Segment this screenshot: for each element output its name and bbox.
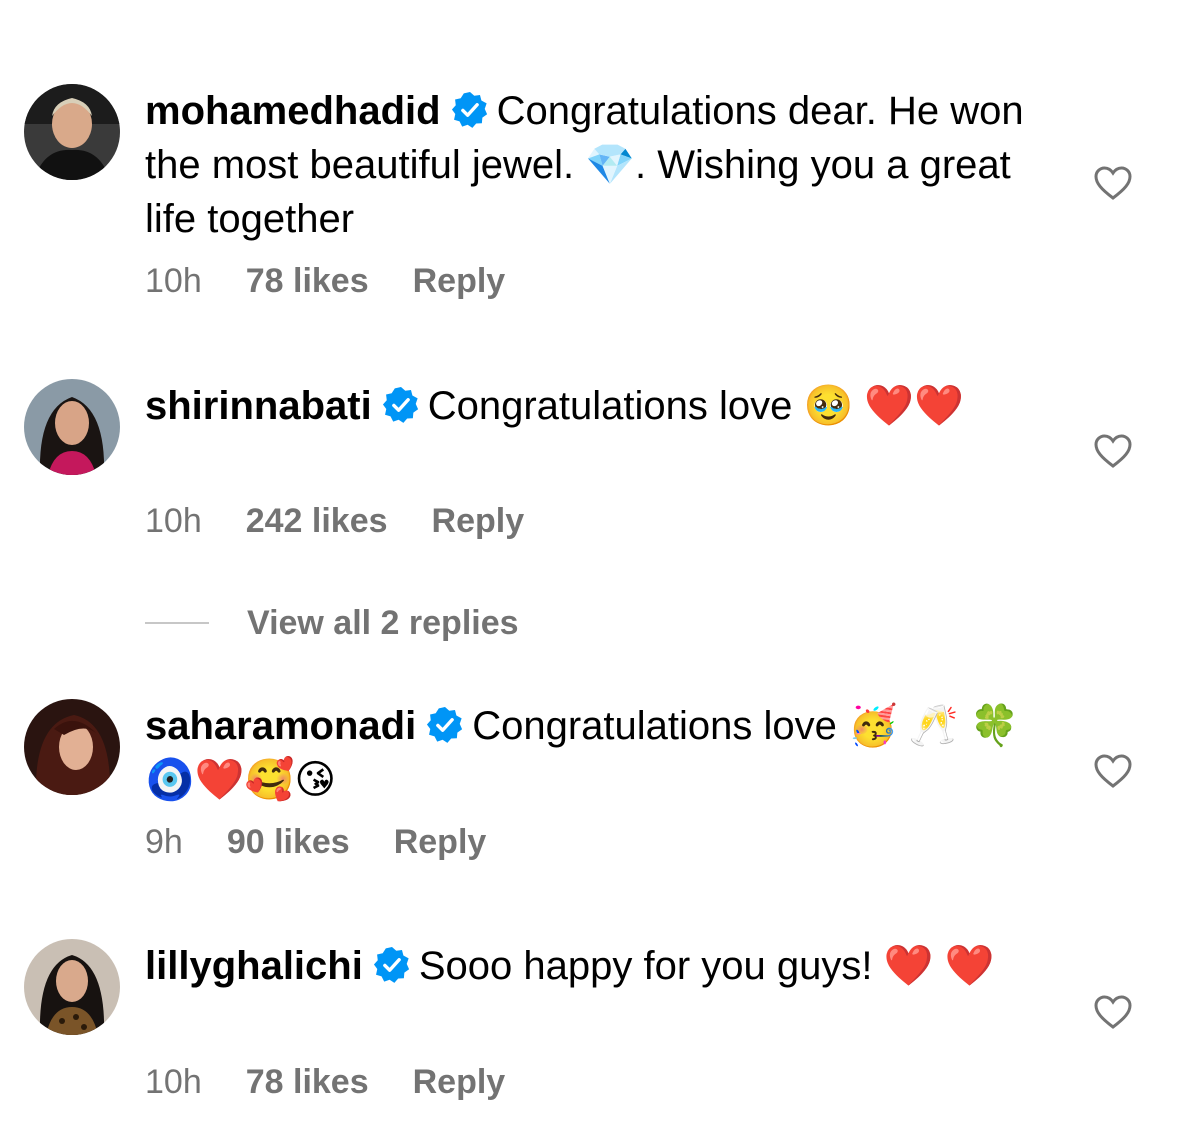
likes-count[interactable]: 242 likes [246,502,388,540]
heart-outline-icon[interactable] [1093,165,1133,201]
view-replies-label: View all 2 replies [247,603,519,642]
comment-time: 10h [145,262,202,300]
reply-button[interactable]: Reply [394,823,487,861]
username[interactable]: shirinnabati [145,384,372,428]
reply-button[interactable]: Reply [413,1063,506,1101]
comment-meta: 9h 90 likes Reply [145,823,530,862]
username[interactable]: saharamonadi [145,704,416,748]
avatar[interactable] [24,84,120,180]
username[interactable]: mohamedhadid [145,89,441,133]
comment-meta: 10h 78 likes Reply [145,262,549,301]
heart-outline-icon[interactable] [1093,994,1133,1030]
comment-text: Congratulations love 🥹 ❤️❤️ [427,384,965,428]
reply-button[interactable]: Reply [413,262,506,300]
comment-time: 10h [145,502,202,540]
view-replies-button[interactable]: View all 2 replies [145,600,519,646]
comment-body: shirinnabati Congratulations love 🥹 ❤️❤️ [145,379,1045,433]
replies-divider [145,622,209,624]
verified-badge-icon [427,706,463,743]
comment-text: Sooo happy for you guys! ❤️ ❤️ [418,944,995,988]
likes-count[interactable]: 78 likes [246,1063,369,1101]
comment-body: mohamedhadid Congratulations dear. He won… [145,84,1045,246]
likes-count[interactable]: 78 likes [246,262,369,300]
comment-time: 9h [145,823,183,861]
verified-badge-icon [451,91,487,128]
comment-meta: 10h 242 likes Reply [145,502,568,541]
heart-outline-icon[interactable] [1093,753,1133,789]
comment-body: lillyghalichi Sooo happy for you guys! ❤️… [145,939,1045,993]
verified-badge-icon [382,386,418,423]
avatar[interactable] [24,939,120,1035]
comment-meta: 10h 78 likes Reply [145,1063,549,1102]
comment-time: 10h [145,1063,202,1101]
username[interactable]: lillyghalichi [145,944,363,988]
heart-outline-icon[interactable] [1093,433,1133,469]
avatar[interactable] [24,699,120,795]
comment-body: saharamonadi Congratulations love 🥳 🥂 🍀 🧿… [145,699,1045,807]
reply-button[interactable]: Reply [432,502,525,540]
likes-count[interactable]: 90 likes [227,823,350,861]
avatar[interactable] [24,379,120,475]
verified-badge-icon [373,946,409,983]
